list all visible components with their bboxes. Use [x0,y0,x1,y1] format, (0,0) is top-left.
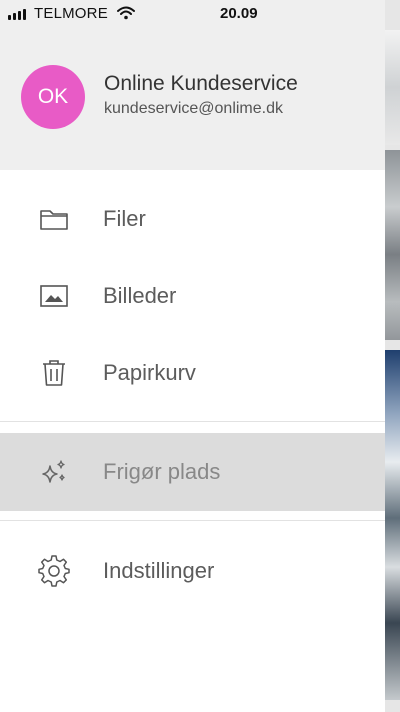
account-email: kundeservice@onlime.dk [104,100,283,117]
trash-icon [38,357,70,389]
menu-item-label: Indstillinger [103,558,215,583]
image-icon [38,280,70,312]
menu-item-label: Filer [103,206,146,231]
menu-item-label: Frigør plads [103,459,221,484]
menu-item-photos[interactable]: Billeder [0,257,385,335]
menu-item-label: Papirkurv [103,360,196,385]
sparkle-icon [38,456,70,488]
navigation-drawer: TELMORE 20.09 OK Online Kundeservice kun… [0,0,385,712]
folder-icon [38,203,70,235]
avatar-initials: OK [37,85,69,108]
clock: 20.09 [220,5,258,22]
drawer-header: TELMORE 20.09 OK Online Kundeservice kun… [0,0,385,170]
signal-icon [8,9,26,20]
avatar[interactable]: OK [21,65,85,129]
menu-item-files[interactable]: Filer [0,180,385,258]
account-name: Online Kundeservice [104,72,298,95]
divider [0,421,385,422]
wifi-icon [117,6,135,24]
menu-item-free-space[interactable]: Frigør plads [0,433,385,511]
gear-icon [38,555,70,587]
menu-item-settings[interactable]: Indstillinger [0,532,385,610]
background-photo-strip [385,0,400,712]
divider [0,520,385,521]
carrier-name: TELMORE [34,5,108,22]
status-bar: TELMORE 20.09 [0,0,385,28]
menu-item-trash[interactable]: Papirkurv [0,334,385,412]
menu-item-label: Billeder [103,283,177,308]
